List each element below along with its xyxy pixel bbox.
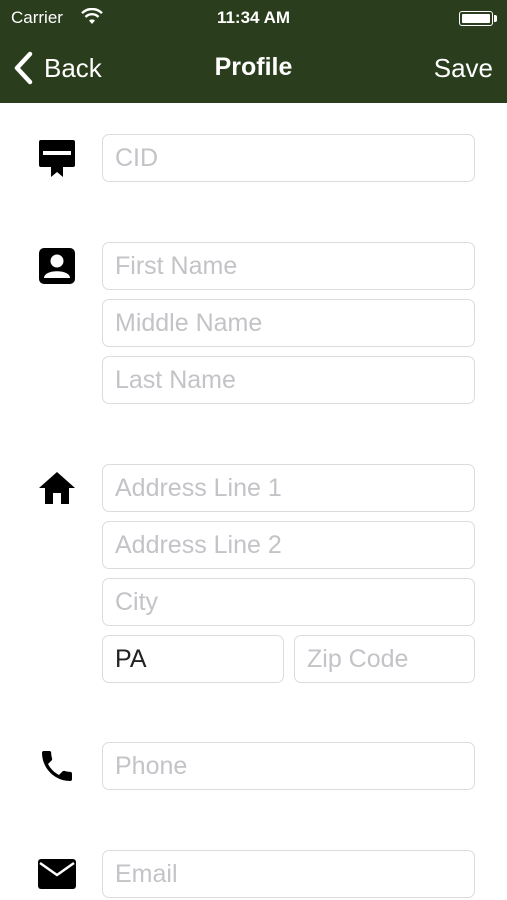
address-line-2-input[interactable] (102, 521, 475, 569)
first-name-input[interactable] (102, 242, 475, 290)
page-title: Profile (214, 53, 293, 81)
cid-input[interactable] (102, 134, 475, 182)
middle-name-input[interactable] (102, 299, 475, 347)
phone-icon (37, 746, 77, 786)
state-input[interactable] (102, 635, 284, 683)
status-time: 11:34 AM (216, 8, 291, 27)
top-bar: Carrier 11:34 AM Back Profile Save (0, 0, 507, 103)
phone-input[interactable] (102, 742, 475, 790)
address-line-1-input[interactable] (102, 464, 475, 512)
navigation-bar: Back Profile Save (0, 36, 507, 103)
id-card-icon (37, 137, 77, 177)
status-bar: Carrier 11:34 AM (0, 0, 507, 36)
city-input[interactable] (102, 578, 475, 626)
home-icon (37, 468, 77, 508)
zip-code-input[interactable] (294, 635, 475, 683)
battery-icon (459, 11, 497, 26)
email-input[interactable] (102, 850, 475, 898)
save-button[interactable]: Save (434, 53, 493, 84)
mail-icon (37, 854, 77, 894)
last-name-input[interactable] (102, 356, 475, 404)
contact-icon (37, 246, 77, 286)
